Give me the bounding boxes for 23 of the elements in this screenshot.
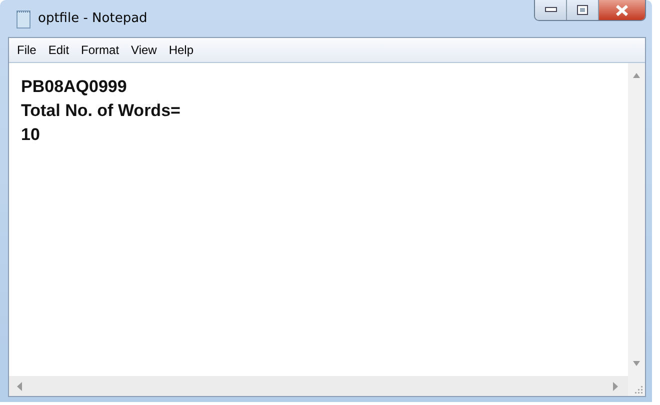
resize-grip-icon[interactable] — [635, 386, 643, 394]
scroll-right-icon[interactable] — [613, 382, 618, 390]
scroll-up-icon[interactable] — [633, 73, 640, 78]
close-icon — [616, 4, 628, 16]
menu-item[interactable]: File — [11, 43, 42, 57]
vertical-scrollbar[interactable] — [628, 63, 645, 376]
scroll-down-icon[interactable] — [633, 361, 640, 366]
menu-item[interactable]: View — [125, 43, 163, 57]
close-button[interactable] — [599, 0, 645, 20]
menu-item[interactable]: Format — [75, 43, 126, 57]
maximize-button[interactable] — [567, 0, 599, 20]
text-line: Total No. of Words= — [21, 100, 182, 122]
menu-item[interactable]: Help — [162, 43, 200, 57]
menu-item[interactable]: Edit — [42, 43, 76, 57]
notepad-icon — [16, 8, 32, 28]
scroll-left-icon[interactable] — [17, 382, 22, 390]
maximize-icon — [577, 5, 588, 15]
horizontal-scrollbar[interactable] — [9, 376, 628, 396]
window-title: optfile - Notepad — [38, 11, 148, 26]
text-line: 10 — [21, 124, 41, 146]
minimize-icon — [544, 7, 556, 13]
text-line: PB08AQ0999 — [21, 76, 128, 98]
minimize-button[interactable] — [535, 0, 567, 20]
